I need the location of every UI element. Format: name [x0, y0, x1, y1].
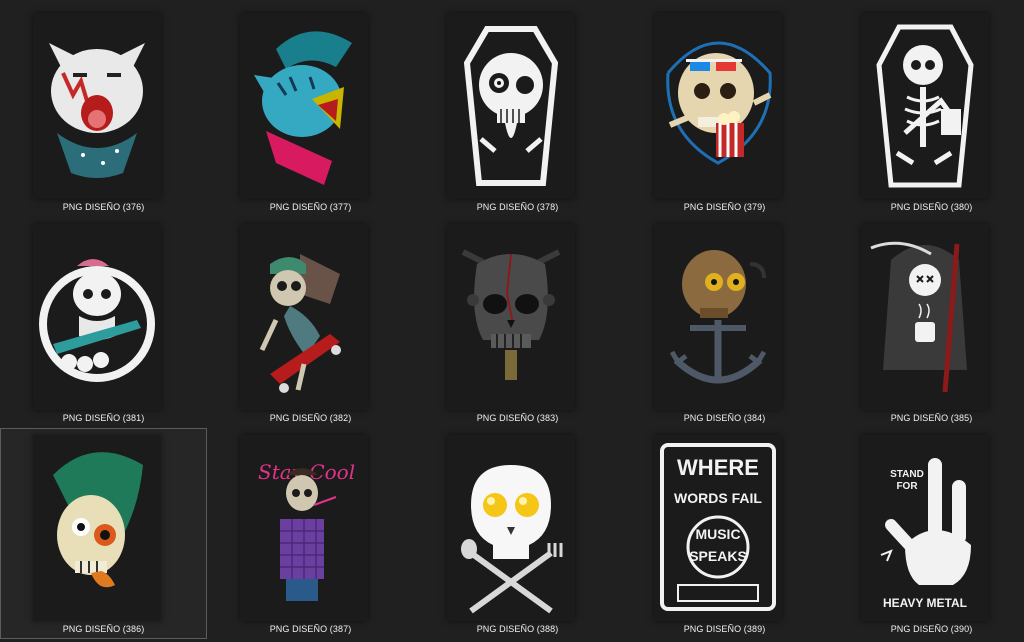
- file-name: PNG DISEÑO (381): [62, 413, 145, 423]
- file-tile[interactable]: PNG DISEÑO (386): [0, 428, 207, 639]
- file-tile[interactable]: PNG DISEÑO (383): [414, 217, 621, 428]
- skull-anchor-icon: [654, 224, 782, 410]
- file-tile[interactable]: PNG DISEÑO (382): [207, 217, 414, 428]
- egg-skull-utensils-icon: [447, 435, 575, 621]
- reaper-coffee-icon: [861, 224, 989, 410]
- file-tile[interactable]: PNG DISEÑO (385): [828, 217, 1024, 428]
- cat-bandana-icon: [33, 13, 161, 199]
- file-tile[interactable]: WHERE WORDS FAIL MUSIC SPEAKS PNG DISEÑO…: [621, 428, 828, 639]
- zombie-skater-icon: [240, 224, 368, 410]
- art-text: WHERE: [677, 455, 759, 480]
- file-name: PNG DISEÑO (380): [890, 202, 973, 212]
- file-tile[interactable]: PNG DISEÑO (377): [207, 6, 414, 217]
- file-tile[interactable]: PNG DISEÑO (379): [621, 6, 828, 217]
- file-name: PNG DISEÑO (377): [269, 202, 352, 212]
- heavy-metal-hand-icon: STAND FOR HEAVY METAL: [861, 435, 989, 621]
- skateboard-skull-icon: [33, 224, 161, 410]
- art-text: WORDS FAIL: [674, 490, 762, 506]
- file-name: PNG DISEÑO (386): [62, 624, 145, 634]
- skeleton-coffin-icon: [861, 13, 989, 199]
- file-name: PNG DISEÑO (382): [269, 413, 352, 423]
- file-name: PNG DISEÑO (385): [890, 413, 973, 423]
- file-name: PNG DISEÑO (389): [683, 624, 766, 634]
- art-text: MUSIC: [695, 526, 740, 542]
- cassette-music-icon: WHERE WORDS FAIL MUSIC SPEAKS: [654, 435, 782, 621]
- file-name: PNG DISEÑO (376): [62, 202, 145, 212]
- skull-coffin-icon: [447, 13, 575, 199]
- art-text: HEAVY METAL: [883, 596, 967, 610]
- file-name: PNG DISEÑO (378): [476, 202, 559, 212]
- file-tile[interactable]: PNG DISEÑO (376): [0, 6, 207, 217]
- art-text: FOR: [896, 481, 918, 492]
- file-tile[interactable]: Stay Cool PNG DISEÑO (387): [207, 428, 414, 639]
- file-tile[interactable]: PNG DISEÑO (384): [621, 217, 828, 428]
- file-tile[interactable]: PNG DISEÑO (380): [828, 6, 1024, 217]
- file-name: PNG DISEÑO (384): [683, 413, 766, 423]
- file-name: PNG DISEÑO (383): [476, 413, 559, 423]
- file-name: PNG DISEÑO (387): [269, 624, 352, 634]
- file-tile[interactable]: PNG DISEÑO (378): [414, 6, 621, 217]
- file-name: PNG DISEÑO (379): [683, 202, 766, 212]
- art-text: STAND: [890, 469, 924, 480]
- file-name: PNG DISEÑO (388): [476, 624, 559, 634]
- file-tile[interactable]: PNG DISEÑO (388): [414, 428, 621, 639]
- file-tile[interactable]: PNG DISEÑO (381): [0, 217, 207, 428]
- scrolled-row-strip: [0, 0, 1024, 4]
- mohawk-skull-icon: [33, 435, 161, 621]
- blue-cat-mohawk-icon: [240, 13, 368, 199]
- file-tile[interactable]: STAND FOR HEAVY METAL PNG DISEÑO (390): [828, 428, 1024, 639]
- stay-cool-skeleton-icon: Stay Cool: [240, 435, 368, 621]
- file-grid: PNG DISEÑO (376) PNG DISEÑO (377) PNG DI…: [0, 6, 1024, 639]
- art-text: SPEAKS: [689, 548, 747, 564]
- skull-3d-glasses-icon: [654, 13, 782, 199]
- file-name: PNG DISEÑO (390): [890, 624, 973, 634]
- grey-skull-helmet-icon: [447, 224, 575, 410]
